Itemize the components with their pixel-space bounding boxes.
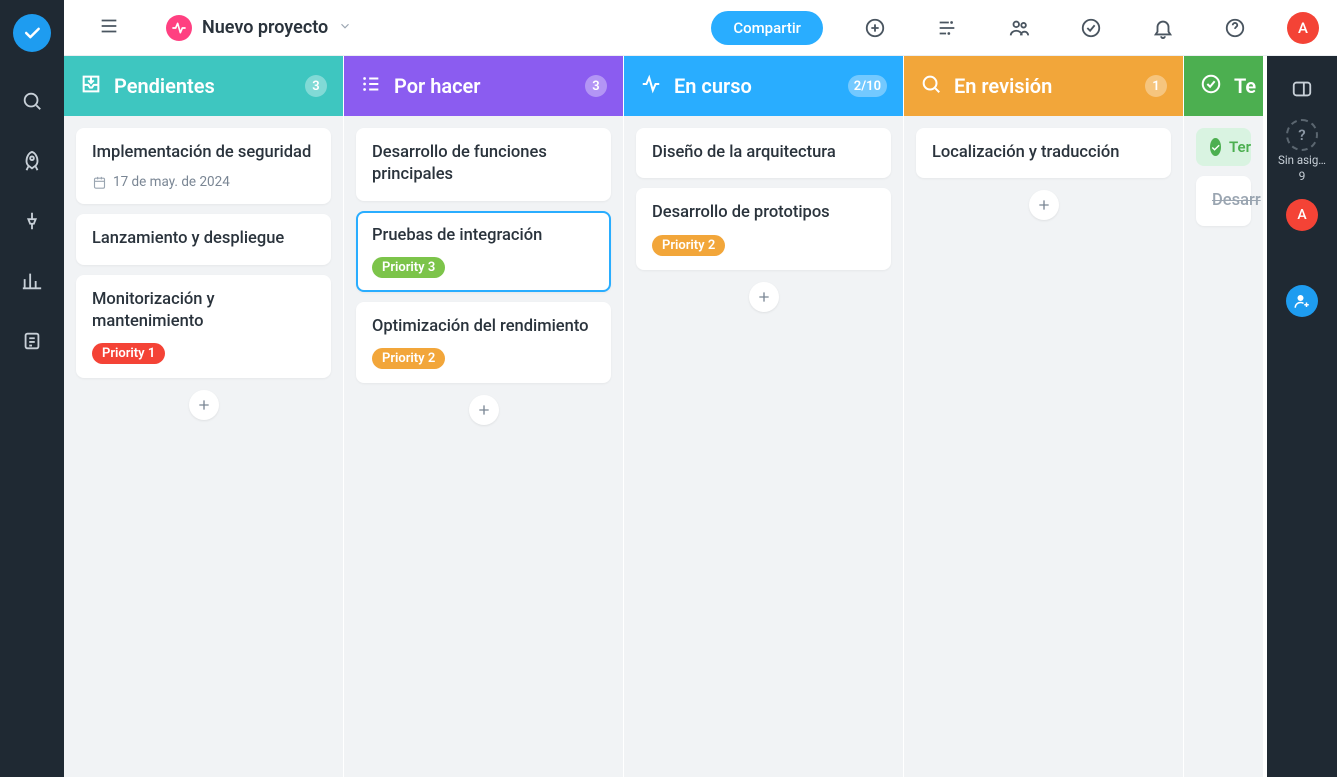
priority-tag: Priority 2 bbox=[652, 235, 725, 256]
unassigned-filter[interactable]: ? Sin asig… 9 bbox=[1272, 119, 1332, 183]
add-card-button[interactable] bbox=[469, 395, 499, 425]
task-card[interactable]: Monitorización y mantenimiento Priority 1 bbox=[76, 275, 331, 379]
rocket-icon[interactable] bbox=[21, 150, 43, 172]
column-title: Pendientes bbox=[114, 74, 293, 98]
add-card-button[interactable] bbox=[189, 390, 219, 420]
check-circle-icon[interactable] bbox=[1071, 8, 1111, 48]
add-card-button[interactable] bbox=[749, 282, 779, 312]
unassigned-count: 9 bbox=[1299, 169, 1306, 183]
column-title: Te bbox=[1234, 74, 1256, 98]
column-title: Por hacer bbox=[394, 74, 573, 98]
task-card[interactable]: Diseño de la arquitectura bbox=[636, 128, 891, 178]
activity-icon bbox=[640, 73, 662, 99]
column-header[interactable]: Pendientes 3 bbox=[64, 56, 343, 116]
card-title: Desarrollo de funciones principales bbox=[372, 142, 595, 187]
column-backlog: Pendientes 3 Implementación de seguridad 17… bbox=[64, 56, 344, 777]
stats-icon[interactable] bbox=[21, 270, 43, 292]
add-icon[interactable] bbox=[855, 8, 895, 48]
column-header[interactable]: Por hacer 3 bbox=[344, 56, 623, 116]
card-title: Localización y traducción bbox=[932, 142, 1155, 164]
task-card[interactable]: Localización y traducción bbox=[916, 128, 1171, 178]
column-header[interactable]: En revisión 1 bbox=[904, 56, 1183, 116]
help-icon[interactable] bbox=[1215, 8, 1255, 48]
share-button[interactable]: Compartir bbox=[711, 11, 823, 45]
column-count-badge: 3 bbox=[305, 75, 327, 97]
inbox-icon bbox=[80, 73, 102, 99]
card-title: Diseño de la arquitectura bbox=[652, 142, 875, 164]
task-card[interactable]: Desarr bbox=[1196, 176, 1251, 226]
top-bar: Nuevo proyecto Compartir bbox=[64, 0, 1337, 56]
chevron-down-icon bbox=[338, 18, 352, 37]
task-card[interactable]: Implementación de seguridad 17 de may. de… bbox=[76, 128, 331, 204]
app-logo[interactable] bbox=[13, 14, 51, 52]
bell-icon[interactable] bbox=[1143, 8, 1183, 48]
column-title: En revisión bbox=[954, 74, 1133, 98]
column-body: Localización y traducción bbox=[904, 116, 1183, 777]
check-circle-icon bbox=[1200, 73, 1222, 99]
column-count-badge: 1 bbox=[1145, 75, 1167, 97]
card-title: Implementación de seguridad bbox=[92, 142, 315, 164]
panel-toggle-icon[interactable] bbox=[1291, 78, 1313, 103]
add-card-button[interactable] bbox=[1029, 190, 1059, 220]
card-title: Lanzamiento y despliegue bbox=[92, 228, 315, 250]
column-done: Te Ter Desarr bbox=[1184, 56, 1264, 777]
column-todo: Por hacer 3 Desarrollo de funciones princi… bbox=[344, 56, 624, 777]
team-icon[interactable] bbox=[999, 8, 1039, 48]
column-count-badge: 3 bbox=[585, 75, 607, 97]
unassigned-label: Sin asig… bbox=[1272, 153, 1332, 167]
priority-tag: Priority 1 bbox=[92, 343, 165, 364]
column-body: Desarrollo de funciones principales Prueb… bbox=[344, 116, 623, 777]
task-card[interactable]: Pruebas de integración Priority 3 bbox=[356, 211, 611, 292]
timeline-icon[interactable] bbox=[927, 8, 967, 48]
project-selector[interactable]: Nuevo proyecto bbox=[166, 15, 352, 41]
pin-icon[interactable] bbox=[21, 210, 43, 232]
user-avatar[interactable]: A bbox=[1287, 12, 1319, 44]
column-header[interactable]: Te bbox=[1184, 56, 1263, 116]
column-body: Diseño de la arquitectura Desarrollo de p… bbox=[624, 116, 903, 777]
right-sidebar: ? Sin asig… 9 A bbox=[1267, 56, 1337, 777]
priority-tag: Priority 2 bbox=[372, 348, 445, 369]
task-card[interactable]: Lanzamiento y despliegue bbox=[76, 214, 331, 264]
search-icon[interactable] bbox=[21, 90, 43, 112]
invite-user-button[interactable] bbox=[1286, 285, 1318, 317]
column-inprogress: En curso 2/10 Diseño de la arquitectura Des… bbox=[624, 56, 904, 777]
task-card[interactable]: Optimización del rendimiento Priority 2 bbox=[356, 302, 611, 383]
done-chip-label: Ter bbox=[1229, 138, 1251, 156]
card-title: Desarr bbox=[1212, 190, 1235, 212]
column-count-badge: 2/10 bbox=[848, 75, 887, 97]
check-icon bbox=[1210, 138, 1221, 156]
card-title: Optimización del rendimiento bbox=[372, 316, 595, 338]
assignee-avatar[interactable]: A bbox=[1286, 199, 1318, 231]
column-body: Ter Desarr bbox=[1184, 116, 1263, 777]
list-icon bbox=[360, 73, 382, 99]
column-body: Implementación de seguridad 17 de may. de… bbox=[64, 116, 343, 777]
task-card[interactable]: Desarrollo de prototipos Priority 2 bbox=[636, 188, 891, 269]
search-icon bbox=[920, 73, 942, 99]
unassigned-icon: ? bbox=[1286, 119, 1318, 151]
project-name: Nuevo proyecto bbox=[202, 17, 328, 38]
kanban-board: Pendientes 3 Implementación de seguridad 17… bbox=[64, 56, 1267, 777]
card-title: Desarrollo de prototipos bbox=[652, 202, 875, 224]
column-title: En curso bbox=[674, 74, 836, 98]
column-review: En revisión 1 Localización y traducción bbox=[904, 56, 1184, 777]
done-chip[interactable]: Ter bbox=[1196, 128, 1251, 166]
card-title: Pruebas de integración bbox=[372, 225, 595, 247]
project-logo-icon bbox=[166, 15, 192, 41]
card-title: Monitorización y mantenimiento bbox=[92, 289, 315, 334]
menu-icon[interactable] bbox=[98, 15, 120, 41]
column-header[interactable]: En curso 2/10 bbox=[624, 56, 903, 116]
priority-tag: Priority 3 bbox=[372, 257, 445, 278]
card-date: 17 de may. de 2024 bbox=[92, 174, 315, 190]
task-card[interactable]: Desarrollo de funciones principales bbox=[356, 128, 611, 201]
left-sidebar bbox=[0, 0, 64, 777]
notes-icon[interactable] bbox=[21, 330, 43, 352]
